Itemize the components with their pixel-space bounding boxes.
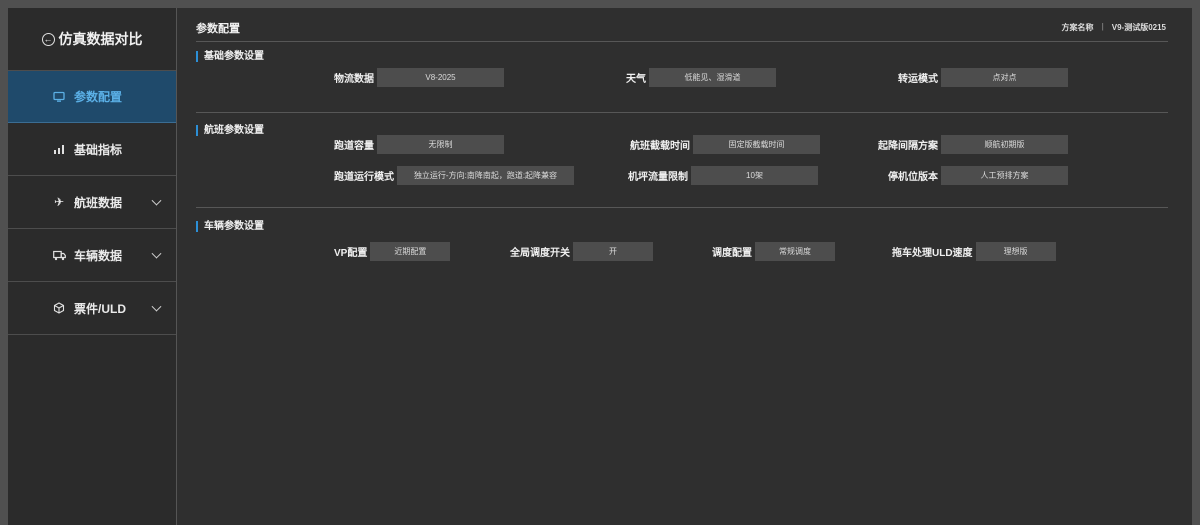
main-content: 参数配置 方案名称 | V9-测试版0215 基础参数设置 物流数据 V8-20… — [178, 8, 1192, 525]
sidebar-item-params[interactable]: 参数配置 — [8, 71, 176, 123]
chevron-down-icon[interactable] — [151, 301, 162, 312]
sidebar-item-label: 航班数据 — [74, 195, 123, 210]
field-label: 物流数据 — [334, 74, 374, 85]
field-dispatch-config: 调度配置 常规调度 — [712, 242, 835, 261]
scheme-info: 方案名称 | V9-测试版0215 — [1062, 22, 1167, 33]
sidebar-item-uld[interactable]: 票件/ULD — [8, 282, 176, 335]
sidebar-item-label: 基础指标 — [74, 142, 123, 157]
monitor-icon — [52, 90, 66, 104]
field-logistics: 物流数据 V8-2025 — [334, 68, 504, 87]
logistics-select[interactable]: V8-2025 — [377, 68, 504, 87]
field-transfer: 转运模式 点对点 — [898, 68, 1068, 87]
chart-icon — [52, 142, 66, 156]
field-label: 天气 — [626, 74, 646, 85]
stand-version-select[interactable]: 人工预排方案 — [941, 166, 1068, 185]
field-tractor-speed: 拖车处理ULD速度 理想版 — [892, 242, 1056, 261]
field-label: 跑道容量 — [334, 141, 374, 152]
field-runway-mode: 跑道运行模式 独立运行-方向:南降南起，跑道:起降兼容 — [334, 166, 574, 185]
runway-mode-select[interactable]: 独立运行-方向:南降南起，跑道:起降兼容 — [397, 166, 574, 185]
sidebar-item-flights[interactable]: ✈ 航班数据 — [8, 176, 176, 229]
field-label: 机坪流量限制 — [628, 172, 688, 183]
back-button[interactable]: ← 仿真数据对比 — [8, 8, 176, 71]
field-label: 转运模式 — [898, 74, 938, 85]
chevron-down-icon[interactable] — [151, 248, 162, 259]
scheme-value: V9-测试版0215 — [1111, 23, 1166, 32]
field-label: 调度配置 — [712, 248, 752, 259]
scheme-label: 方案名称 — [1061, 23, 1094, 32]
sidebar-item-label: 车辆数据 — [74, 248, 123, 263]
sidebar-item-label: 参数配置 — [74, 90, 123, 104]
field-label: 跑道运行模式 — [334, 172, 394, 183]
page-title: 参数配置 — [196, 23, 240, 35]
sidebar-item-metrics[interactable]: 基础指标 — [8, 123, 176, 176]
field-label: 起降间隔方案 — [878, 141, 938, 152]
separator: | — [1101, 22, 1104, 31]
cutoff-time-select[interactable]: 固定版截载时间 — [693, 135, 820, 154]
field-vp-config: VP配置 近期配置 — [334, 242, 451, 261]
field-weather: 天气 低能见、湿滑道 — [626, 68, 776, 87]
cube-icon — [52, 301, 66, 315]
field-runway-capacity: 跑道容量 无限制 — [334, 135, 504, 154]
section-title-flight: 航班参数设置 — [196, 125, 264, 136]
global-switch-select[interactable]: 开 — [573, 242, 653, 261]
vp-config-select[interactable]: 近期配置 — [370, 242, 451, 261]
section-divider — [196, 112, 1168, 113]
interval-plan-select[interactable]: 顺航初期版 — [941, 135, 1068, 154]
field-global-switch: 全局调度开关 开 — [510, 242, 653, 261]
field-cutoff-time: 航班截载时间 固定版截载时间 — [630, 135, 820, 154]
field-label: 全局调度开关 — [510, 248, 570, 259]
field-stand-version: 停机位版本 人工预排方案 — [888, 166, 1068, 185]
field-label: 停机位版本 — [888, 172, 938, 183]
field-apron-limit: 机坪流量限制 10架 — [628, 166, 818, 185]
section-title-basic: 基础参数设置 — [196, 51, 264, 62]
apron-limit-select[interactable]: 10架 — [691, 166, 818, 185]
runway-capacity-select[interactable]: 无限制 — [377, 135, 504, 154]
sidebar-item-label: 票件/ULD — [74, 301, 126, 316]
field-label: 航班截载时间 — [630, 141, 690, 152]
page-header: 参数配置 方案名称 | V9-测试版0215 — [196, 16, 1168, 42]
weather-select[interactable]: 低能见、湿滑道 — [649, 68, 776, 87]
truck-icon — [52, 248, 66, 262]
back-arrow-icon: ← — [41, 32, 55, 46]
tractor-speed-select[interactable]: 理想版 — [975, 242, 1056, 261]
plane-icon: ✈ — [53, 195, 65, 209]
section-title-vehicle: 车辆参数设置 — [196, 221, 264, 232]
transfer-select[interactable]: 点对点 — [941, 68, 1068, 87]
sidebar: ← 仿真数据对比 参数配置 基础指标 ✈ 航班数据 车辆数据 票件/ULD — [8, 8, 177, 525]
sidebar-item-vehicles[interactable]: 车辆数据 — [8, 229, 176, 282]
field-label: VP配置 — [334, 248, 368, 259]
chevron-down-icon[interactable] — [151, 195, 162, 206]
field-label: 拖车处理ULD速度 — [892, 248, 973, 259]
dispatch-config-select[interactable]: 常规调度 — [755, 242, 835, 261]
field-interval-plan: 起降间隔方案 顺航初期版 — [878, 135, 1068, 154]
back-label: 仿真数据对比 — [58, 31, 143, 47]
section-divider — [196, 207, 1168, 208]
